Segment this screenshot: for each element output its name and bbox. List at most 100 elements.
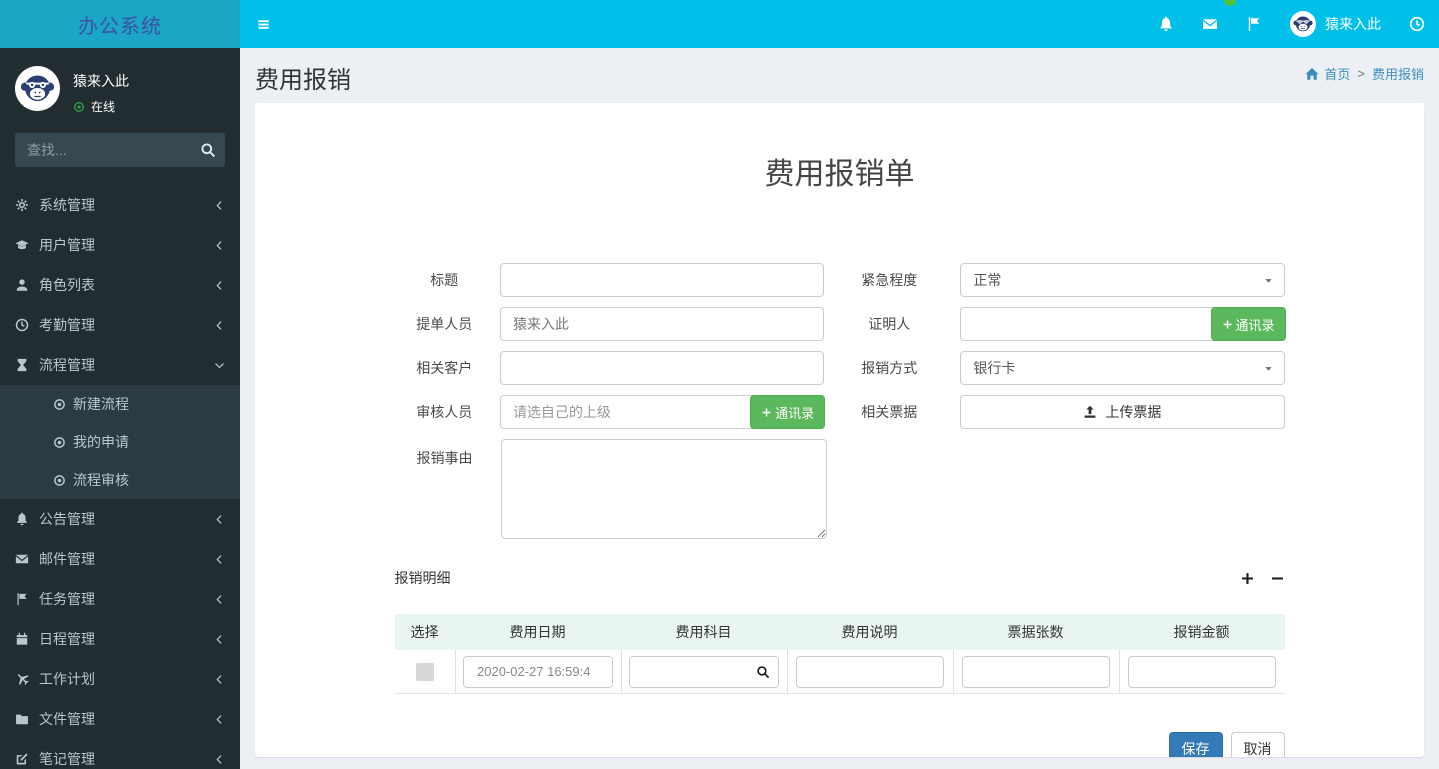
sidebar-item-label: 角色列表 — [39, 277, 95, 293]
sidebar-subitem[interactable]: 流程审核 — [0, 461, 240, 499]
row-select-checkbox[interactable] — [415, 662, 434, 681]
chevron-left-icon — [214, 634, 225, 645]
page-title: 费用报销 — [255, 67, 351, 94]
sidebar-search-input[interactable] — [15, 133, 225, 167]
navbar-user-avatar — [1290, 11, 1316, 37]
navbar-user-name: 猿来入此 — [1325, 16, 1381, 32]
user-status: 在线 — [73, 98, 129, 115]
sidebar-item[interactable]: 公告管理 — [0, 499, 240, 539]
clock-icon — [15, 318, 29, 332]
customer-input[interactable] — [499, 351, 825, 385]
main-content: 费用报销 首页 > 费用报销 费用报销单 标题 紧急程度 正常 提单人员 猿来入… — [240, 0, 1439, 757]
chevron-left-icon — [214, 200, 225, 211]
caret-down-icon — [1263, 275, 1274, 286]
sidebar: 办公系统 猿来入此 在线 系统管理用户管理角色列表考勤管理流程管理新建流程我的申… — [0, 0, 240, 769]
expense-description-input[interactable] — [796, 655, 944, 688]
tasks-button[interactable] — [1232, 0, 1276, 48]
customer-label: 相关客户 — [416, 360, 473, 376]
add-row-button[interactable] — [1240, 571, 1255, 586]
search-icon — [200, 142, 216, 158]
expense-amount-input[interactable] — [1128, 655, 1276, 688]
clock-button[interactable] — [1395, 0, 1439, 48]
cancel-button[interactable]: 取消 — [1230, 732, 1285, 757]
sidebar-search-button[interactable] — [200, 142, 216, 158]
sidebar-item-label: 文件管理 — [39, 711, 95, 727]
column-header: 费用说明 — [841, 624, 898, 640]
online-status-icon — [73, 101, 85, 113]
remove-row-button[interactable] — [1270, 571, 1285, 586]
edit-icon — [15, 752, 29, 766]
title-input[interactable] — [499, 263, 825, 297]
detail-section-label: 报销明细 — [394, 570, 451, 586]
sidebar-item[interactable]: 系统管理 — [0, 185, 240, 225]
sidebar-subitem[interactable]: 我的申请 — [0, 423, 240, 461]
title-label: 标题 — [430, 272, 459, 288]
plus-icon — [1222, 319, 1233, 330]
sidebar-toggle-button[interactable] — [240, 0, 286, 48]
user-icon — [15, 278, 29, 292]
sidebar-item[interactable]: 笔记管理 — [0, 739, 240, 769]
sidebar-item-label: 考勤管理 — [39, 317, 95, 333]
sidebar-item[interactable]: 角色列表 — [0, 265, 240, 305]
sidebar-item[interactable]: 考勤管理 — [0, 305, 240, 345]
chevron-left-icon — [214, 594, 225, 605]
bell-icon — [1158, 16, 1174, 32]
chevron-down-icon — [214, 360, 225, 371]
method-selected-value: 银行卡 — [973, 360, 1016, 376]
sidebar-subitem-label: 我的申请 — [73, 434, 129, 450]
envelope-icon — [1202, 16, 1218, 32]
sidebar-item[interactable]: 流程管理 — [0, 345, 240, 385]
sidebar-subitem-label: 流程审核 — [73, 472, 129, 488]
chevron-left-icon — [214, 240, 225, 251]
sidebar-item-label: 任务管理 — [39, 591, 95, 607]
chevron-left-icon — [214, 674, 225, 685]
sidebar-item[interactable]: 工作计划 — [0, 659, 240, 699]
caret-down-icon — [1263, 363, 1274, 374]
calendar-icon — [15, 632, 29, 646]
hourglass-icon — [15, 358, 29, 372]
home-icon — [1305, 67, 1319, 81]
user-status-label: 在线 — [91, 100, 116, 114]
breadcrumb-current[interactable]: 费用报销 — [1372, 64, 1424, 83]
clock-icon — [1409, 16, 1425, 32]
breadcrumb-home-link[interactable]: 首页 — [1324, 64, 1350, 83]
subject-search-icon[interactable] — [756, 665, 770, 679]
witness-label: 证明人 — [868, 316, 911, 332]
invoice-count-input[interactable] — [962, 655, 1110, 688]
sidebar-item-label: 流程管理 — [39, 357, 95, 373]
sidebar-item[interactable]: 用户管理 — [0, 225, 240, 265]
bell-icon — [15, 512, 29, 526]
sidebar-item[interactable]: 文件管理 — [0, 699, 240, 739]
chevron-left-icon — [214, 514, 225, 525]
sidebar-search — [15, 133, 225, 167]
invoice-label: 相关票据 — [861, 404, 918, 420]
expense-date-input[interactable] — [463, 655, 613, 688]
auditor-contacts-button[interactable]: 通讯录 — [750, 395, 826, 429]
column-header: 报销金额 — [1173, 624, 1230, 640]
detail-table-header: 选择 费用日期 费用科目 费用说明 票据张数 报销金额 — [394, 614, 1285, 650]
sidebar-item[interactable]: 邮件管理 — [0, 539, 240, 579]
messages-button[interactable] — [1188, 0, 1236, 48]
user-panel: 猿来入此 在线 — [0, 48, 240, 125]
sidebar-subitem[interactable]: 新建流程 — [0, 385, 240, 423]
sidebar-item[interactable]: 日程管理 — [0, 619, 240, 659]
app-logo: 办公系统 — [0, 0, 240, 48]
bars-icon — [256, 17, 271, 32]
upload-invoice-button[interactable]: 上传票据 — [960, 395, 1285, 429]
chevron-left-icon — [214, 754, 225, 765]
reason-textarea[interactable] — [500, 439, 827, 539]
breadcrumb: 首页 > 费用报销 — [1305, 64, 1424, 83]
envelope-icon — [15, 552, 29, 566]
chevron-left-icon — [214, 714, 225, 725]
method-select[interactable]: 银行卡 — [960, 351, 1285, 385]
sidebar-item[interactable]: 任务管理 — [0, 579, 240, 619]
save-button[interactable]: 保存 — [1168, 732, 1223, 757]
notifications-button[interactable] — [1144, 0, 1188, 48]
sidebar-subitem-label: 新建流程 — [73, 396, 129, 412]
breadcrumb-separator: > — [1357, 66, 1365, 81]
submitter-input[interactable] — [499, 307, 825, 341]
column-header: 票据张数 — [1007, 624, 1064, 640]
witness-contacts-button[interactable]: 通讯录 — [1210, 307, 1286, 341]
navbar-user-menu[interactable]: 猿来入此 — [1276, 11, 1395, 37]
urgency-select[interactable]: 正常 — [960, 263, 1285, 297]
